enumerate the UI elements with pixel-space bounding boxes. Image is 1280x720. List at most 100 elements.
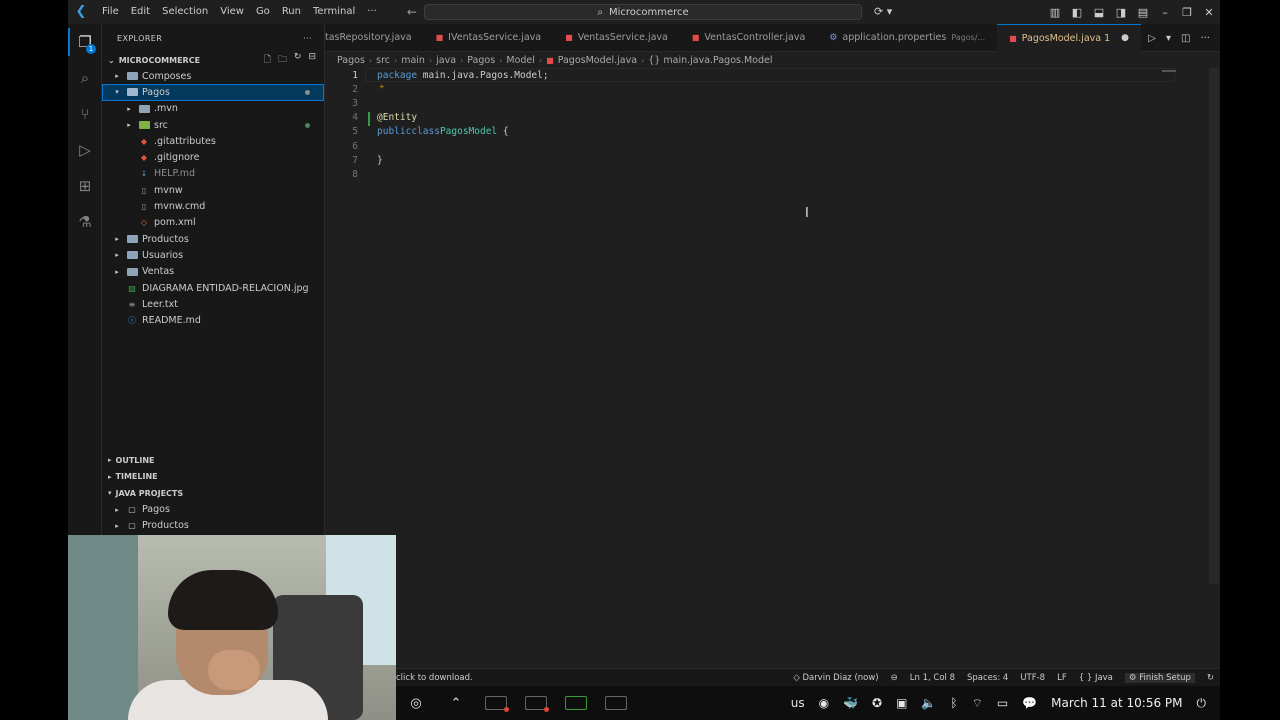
encoding[interactable]: UTF-8 <box>1020 673 1045 683</box>
collapse-all-icon[interactable]: ⊟ <box>308 52 316 68</box>
tree-folder[interactable]: ▸ Usuarios <box>102 247 324 263</box>
tree-file[interactable]: ≡ Leer.txt <box>102 296 324 312</box>
java-project-item[interactable]: ▸ ▢ Pagos <box>102 502 325 518</box>
testing-icon[interactable]: ⚗ <box>68 204 102 240</box>
breadcrumb-item[interactable]: {} main.java.Pagos.Model <box>648 55 772 66</box>
split-editor-icon[interactable]: ◫ <box>1181 33 1190 44</box>
breadcrumb-item[interactable]: java <box>436 55 456 66</box>
source-control-icon[interactable]: ⑂ <box>68 96 102 132</box>
lightbulb-icon[interactable]: ✧ <box>379 82 384 92</box>
editor-tab[interactable]: ■ VentasService.java <box>553 24 680 52</box>
explorer-more-icon[interactable]: ··· <box>303 34 312 43</box>
end-of-line[interactable]: LF <box>1057 673 1067 683</box>
taskbar-app-terminal[interactable] <box>565 696 587 710</box>
new-folder-icon[interactable]: 🗀 <box>278 52 287 68</box>
bluetooth-icon[interactable]: ᛒ <box>950 696 957 710</box>
git-blame-item[interactable]: ◇ Darvin Diaz (now) <box>793 673 878 683</box>
finish-setup-button[interactable]: ⚙ Finish Setup <box>1124 672 1195 683</box>
workspace-root[interactable]: ⌄ MICROCOMMERCE 🗋 🗀 ↻ ⊟ <box>102 52 324 68</box>
tree-file[interactable]: ▨ DIAGRAMA ENTIDAD-RELACION.jpg <box>102 280 324 296</box>
breadcrumb-item[interactable]: Pagos <box>467 55 495 66</box>
docker-icon[interactable]: 🐳 <box>843 696 858 710</box>
battery-icon[interactable]: ▭ <box>997 696 1008 710</box>
unsaved-dot-icon[interactable]: ● <box>1121 33 1129 43</box>
restore-icon[interactable]: ❐ <box>1180 6 1194 19</box>
menu-item[interactable]: View <box>214 0 250 24</box>
taskbar-app-screen[interactable] <box>525 696 549 712</box>
accessibility-icon[interactable]: ✪ <box>872 696 882 710</box>
wifi-icon[interactable]: ⌔ <box>972 696 983 711</box>
tree-file[interactable]: ⓘ README.md <box>102 312 324 328</box>
menu-item[interactable]: Go <box>250 0 276 24</box>
timeline-section[interactable]: ▸ TIMELINE <box>102 469 325 486</box>
more-actions-icon[interactable]: ··· <box>1200 33 1210 44</box>
breadcrumb-item[interactable]: Pagos <box>337 55 365 66</box>
cursor-position[interactable]: Ln 1, Col 8 <box>910 673 955 683</box>
tree-folder[interactable]: ▸ Ventas <box>102 264 324 280</box>
tree-folder[interactable]: ▸ .mvn <box>102 101 324 117</box>
toggle-panel-icon[interactable]: ⬓ <box>1092 6 1106 19</box>
search-view-icon[interactable]: ⌕ <box>68 60 102 96</box>
copilot-icon[interactable]: ⟳ ▾ <box>874 5 892 18</box>
run-dropdown-icon[interactable]: ▾ <box>1166 33 1171 44</box>
menu-item[interactable]: Edit <box>125 0 156 24</box>
menu-item[interactable]: Selection <box>156 0 214 24</box>
tree-file[interactable]: ▯ mvnw.cmd <box>102 198 324 214</box>
tree-file[interactable]: ◆ .gitignore <box>102 149 324 165</box>
extensions-icon[interactable]: ⊞ <box>68 168 102 204</box>
volume-icon[interactable]: 🔈 <box>921 696 936 710</box>
zoom-icon[interactable]: ⊖ <box>891 673 898 683</box>
toggle-sidebar-icon[interactable]: ◧ <box>1070 6 1084 19</box>
editor-tab[interactable]: ■ VentasController.java <box>680 24 817 52</box>
tree-file[interactable]: ◇ pom.xml <box>102 215 324 231</box>
outline-section[interactable]: ▸ OUTLINE <box>102 452 325 469</box>
tree-folder[interactable]: ▾ Pagos <box>102 84 324 101</box>
menu-item[interactable]: ··· <box>361 0 383 24</box>
run-debug-icon[interactable]: ▷ <box>68 132 102 168</box>
minimize-icon[interactable]: – <box>1158 6 1172 19</box>
editor-tab[interactable]: ■ PagosModel.java 1 ● <box>997 23 1142 52</box>
language-mode[interactable]: { } Java <box>1079 673 1113 683</box>
taskbar-app-recorder[interactable] <box>485 696 509 712</box>
clock[interactable]: March 11 at 10:56 PM <box>1051 696 1182 710</box>
close-icon[interactable]: ✕ <box>1202 6 1216 19</box>
obs-icon[interactable]: ◎ <box>405 694 427 712</box>
tree-folder[interactable]: ▸ Composes <box>102 68 324 84</box>
tree-folder[interactable]: ▸ src <box>102 117 324 133</box>
run-icon[interactable]: ▷ <box>1148 33 1156 44</box>
layout-icon[interactable]: ▥ <box>1048 6 1062 19</box>
refresh-icon[interactable]: ↻ <box>294 52 302 68</box>
minimap[interactable] <box>1162 70 1176 72</box>
tree-file[interactable]: ◆ .gitattributes <box>102 133 324 149</box>
customize-layout-icon[interactable]: ▤ <box>1136 6 1150 19</box>
obs-tray-icon[interactable]: ◉ <box>819 696 829 710</box>
menu-item[interactable]: Terminal <box>307 0 361 24</box>
command-center[interactable]: ⌕ Microcommerce <box>424 4 862 20</box>
editor-tab[interactable]: tasRepository.java <box>325 24 424 52</box>
menu-item[interactable]: Run <box>276 0 307 24</box>
taskbar-app-window[interactable] <box>605 696 627 710</box>
tree-folder[interactable]: ▸ Productos <box>102 231 324 247</box>
breadcrumb-item[interactable]: Model <box>506 55 535 66</box>
keyboard-layout[interactable]: us <box>791 696 805 710</box>
breadcrumb-item[interactable]: PagosModel.java <box>558 55 637 66</box>
editor-tab[interactable]: ■ IVentasService.java <box>424 24 554 52</box>
toggle-secondary-sidebar-icon[interactable]: ◨ <box>1114 6 1128 19</box>
tree-file[interactable]: ↓ HELP.md <box>102 166 324 182</box>
show-hidden-icon[interactable]: ⌃ <box>445 694 467 712</box>
new-file-icon[interactable]: 🗋 <box>264 52 271 68</box>
chat-icon[interactable]: 💬 <box>1022 696 1037 710</box>
menu-item[interactable]: File <box>96 0 125 24</box>
editor-tab[interactable]: ⚙ application.properties Pagos/... <box>817 24 997 52</box>
breadcrumb-item[interactable]: main <box>401 55 425 66</box>
java-project-item[interactable]: ▸ ▢ Productos <box>102 518 325 534</box>
code-editor[interactable]: 1 2 3 4 5 6 7 8 package main.java.Pagos.Model; … <box>325 68 1220 668</box>
notifications-icon[interactable]: ↻ <box>1207 673 1214 683</box>
power-icon[interactable]: ⏻ <box>1197 696 1207 711</box>
display-icon[interactable]: ▣ <box>896 696 907 710</box>
breadcrumb-item[interactable]: src <box>376 55 390 66</box>
indentation[interactable]: Spaces: 4 <box>967 673 1008 683</box>
tree-file[interactable]: ▯ mvnw <box>102 182 324 198</box>
java-projects-section[interactable]: ▾ JAVA PROJECTS <box>102 485 325 502</box>
explorer-icon[interactable]: ❐ 1 <box>68 24 102 60</box>
